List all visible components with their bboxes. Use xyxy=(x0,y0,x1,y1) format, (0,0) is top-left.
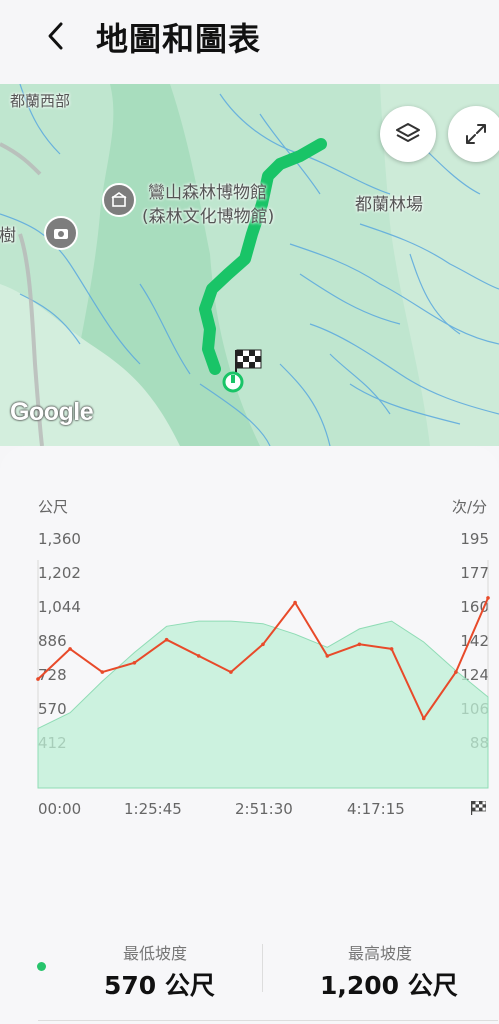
heart-rate-point xyxy=(100,670,105,674)
x-tick: 2:51:30 xyxy=(235,800,293,818)
x-tick: 00:00 xyxy=(38,800,82,818)
heart-rate-point xyxy=(164,637,169,642)
heart-rate-point xyxy=(132,661,137,665)
elevation-area xyxy=(37,620,489,789)
max-slope-value: 1,200 公尺 xyxy=(320,971,458,1000)
heart-rate-point xyxy=(357,642,362,647)
section-divider xyxy=(38,1020,498,1021)
elevation-legend-dot xyxy=(37,962,46,971)
min-slope-label: 最低坡度 xyxy=(123,944,188,963)
max-slope-label: 最高坡度 xyxy=(348,944,413,963)
heart-rate-point xyxy=(454,670,458,674)
stats-divider xyxy=(262,944,263,992)
finish-flag-icon xyxy=(471,801,486,815)
heart-rate-point xyxy=(196,654,201,658)
heart-rate-point xyxy=(293,600,297,605)
heart-rate-point xyxy=(36,677,40,681)
heart-rate-point xyxy=(486,596,490,600)
x-tick: 4:17:15 xyxy=(347,800,405,818)
heart-rate-point xyxy=(389,647,394,651)
heart-rate-point xyxy=(68,647,72,651)
heart-rate-point xyxy=(229,670,233,674)
heart-rate-point xyxy=(421,716,426,721)
heart-rate-point xyxy=(261,642,265,647)
heart-rate-point xyxy=(325,654,330,658)
min-slope-value: 570 公尺 xyxy=(104,971,215,1000)
x-tick: 1:25:45 xyxy=(124,800,182,818)
elevation-heart-rate-chart[interactable] xyxy=(0,0,499,1024)
